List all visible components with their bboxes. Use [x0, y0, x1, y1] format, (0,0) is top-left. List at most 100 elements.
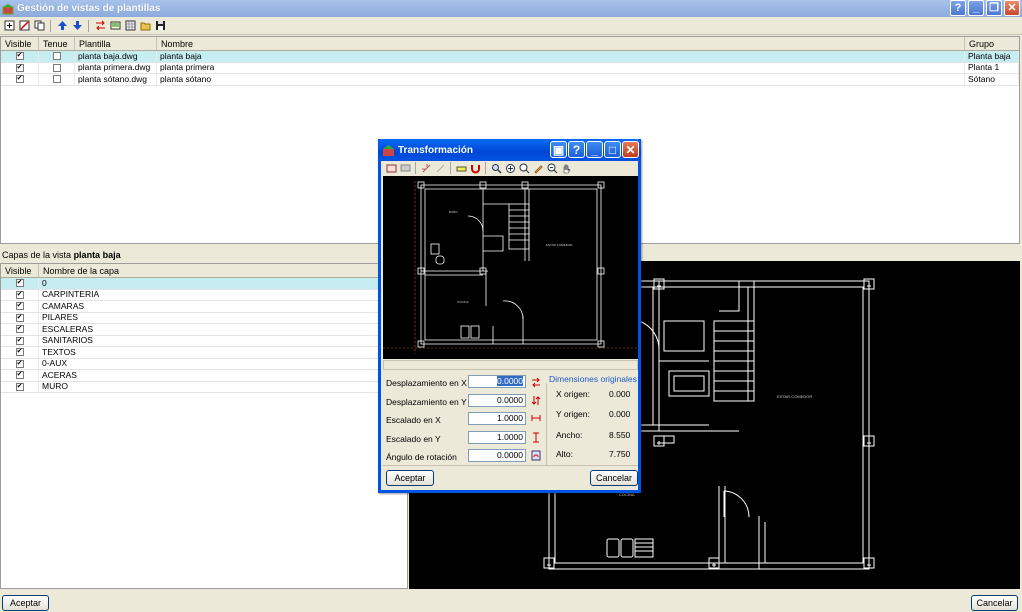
dialog-aceptar-button[interactable]: Aceptar	[386, 470, 434, 486]
window-title: Gestión de vistas de plantillas	[17, 3, 161, 14]
restore-button[interactable]: ❐	[986, 0, 1002, 16]
move-up-icon[interactable]	[56, 20, 68, 32]
layers-view-name: planta baja	[73, 250, 121, 260]
layer-visible-checkbox[interactable]: ✔	[15, 382, 24, 391]
transform-dialog: Transformación ▣ ? _ □ ✕ BAÑO ESTAR-COME…	[378, 139, 641, 493]
table-row[interactable]: ✔ planta primera.dwg planta primera Plan…	[1, 62, 1019, 74]
cancelar-button[interactable]: Cancelar	[971, 595, 1018, 611]
layer-visible-checkbox[interactable]: ✔	[15, 325, 24, 334]
plantilla-cell: planta sótano.dwg	[75, 74, 157, 85]
aceptar-button[interactable]: Aceptar	[2, 595, 49, 611]
col-layer-name[interactable]: Nombre de la capa	[39, 264, 407, 277]
table-row[interactable]: ✔ planta sótano.dwg planta sótano Sótano	[1, 74, 1019, 86]
tenue-checkbox[interactable]	[52, 63, 61, 72]
snap-grid-icon[interactable]	[420, 162, 432, 174]
save-icon[interactable]	[154, 20, 166, 32]
col-layer-visible[interactable]: Visible	[1, 264, 39, 277]
dialog-help-button[interactable]: ?	[568, 141, 585, 158]
minimize-button[interactable]: _	[968, 0, 984, 16]
table-row[interactable]: ✔ planta baja.dwg planta baja Planta baj…	[1, 51, 1019, 63]
col-tenue[interactable]: Tenue	[39, 37, 75, 50]
desp-y-input[interactable]: 0.0000	[468, 394, 526, 407]
layer-name: MURO	[39, 381, 407, 392]
layers-icon[interactable]	[385, 162, 397, 174]
plantilla-cell: planta primera.dwg	[75, 62, 157, 73]
dialog-close-button[interactable]: ✕	[622, 141, 639, 158]
comment-icon[interactable]	[399, 162, 411, 174]
preview-label-bano: BAÑO	[449, 209, 458, 214]
y-origen-label: Y origen:	[556, 409, 590, 419]
copy-view-icon[interactable]	[33, 20, 45, 32]
desp-x-input[interactable]: 0.0000	[468, 375, 526, 388]
tenue-checkbox[interactable]	[52, 75, 61, 84]
layer-name: ESCALERAS	[39, 324, 407, 335]
layer-visible-checkbox[interactable]: ✔	[15, 313, 24, 322]
visible-checkbox[interactable]: ✔	[15, 63, 24, 72]
layer-visible-checkbox[interactable]: ✔	[15, 290, 24, 299]
plantilla-cell: planta baja.dwg	[75, 51, 157, 62]
list-item[interactable]: ✔ 0-AUX	[1, 358, 407, 370]
dialog-maximize-button[interactable]: □	[604, 141, 621, 158]
layer-visible-checkbox[interactable]: ✔	[15, 371, 24, 380]
dialog-preview-canvas[interactable]: BAÑO ESTAR-COMEDOR COCINA	[383, 176, 638, 359]
move-down-icon[interactable]	[71, 20, 83, 32]
grid-icon[interactable]	[124, 20, 136, 32]
layer-visible-checkbox[interactable]: ✔	[15, 279, 24, 288]
list-item[interactable]: ✔ CARPINTERIA	[1, 289, 407, 301]
visible-checkbox[interactable]: ✔	[15, 52, 24, 61]
layers-panel-label: Capas de la vista planta baja	[2, 250, 121, 260]
list-item[interactable]: ✔ SANITARIOS	[1, 335, 407, 347]
list-item[interactable]: ✔ ESCALERAS	[1, 324, 407, 336]
layer-name: SANITARIOS	[39, 335, 407, 346]
layer-name: 0-AUX	[39, 358, 407, 369]
list-item[interactable]: ✔ ACERAS	[1, 370, 407, 382]
preview-label-estar: ESTAR-COMEDOR	[546, 243, 573, 247]
layers-label-text: Capas de la vista	[2, 250, 72, 260]
zoom-window-icon[interactable]	[490, 162, 502, 174]
open-folder-icon[interactable]	[139, 20, 151, 32]
col-nombre[interactable]: Nombre	[157, 37, 965, 50]
layer-visible-checkbox[interactable]: ✔	[15, 348, 24, 357]
help-button[interactable]: ?	[950, 0, 966, 16]
dims-title: Dimensiones originales	[549, 374, 637, 384]
zoom-out-icon[interactable]	[546, 162, 558, 174]
tenue-checkbox[interactable]	[52, 52, 61, 61]
layer-name: CARPINTERIA	[39, 289, 407, 300]
pencil-icon[interactable]	[532, 162, 544, 174]
magnet-icon[interactable]	[469, 162, 481, 174]
zoom-all-icon[interactable]	[504, 162, 516, 174]
layer-name: PILARES	[39, 312, 407, 323]
nombre-cell: planta sótano	[157, 74, 965, 85]
preview-floor-plan: BAÑO ESTAR-COMEDOR COCINA	[383, 181, 638, 354]
col-plantilla[interactable]: Plantilla	[75, 37, 157, 50]
esc-x-input[interactable]: 1.0000	[468, 412, 526, 425]
delete-view-icon[interactable]	[18, 20, 30, 32]
visible-checkbox[interactable]: ✔	[15, 75, 24, 84]
pan-hand-icon[interactable]	[560, 162, 572, 174]
angulo-input[interactable]: 0.0000	[468, 449, 526, 462]
layer-visible-checkbox[interactable]: ✔	[15, 336, 24, 345]
transform-icon[interactable]	[94, 20, 106, 32]
layers-icon[interactable]	[109, 20, 121, 32]
list-item[interactable]: ✔ TEXTOS	[1, 347, 407, 359]
esc-y-icon	[533, 432, 539, 443]
desp-y-label: Desplazamiento en Y	[386, 397, 467, 407]
col-grupo[interactable]: Grupo	[965, 37, 1019, 50]
eraser-icon[interactable]	[455, 162, 467, 174]
snap-point-icon[interactable]	[434, 162, 446, 174]
col-visible[interactable]: Visible	[1, 37, 39, 50]
list-item[interactable]: ✔ PILARES	[1, 312, 407, 324]
list-item[interactable]: ✔ CAMARAS	[1, 301, 407, 313]
list-item[interactable]: ✔ 0	[1, 278, 407, 290]
add-view-icon[interactable]	[3, 20, 15, 32]
layer-visible-checkbox[interactable]: ✔	[15, 302, 24, 311]
close-button[interactable]: ✕	[1004, 0, 1020, 16]
esc-y-input[interactable]: 1.0000	[468, 431, 526, 444]
dialog-cancelar-button[interactable]: Cancelar	[590, 470, 638, 486]
zoom-in-icon[interactable]	[518, 162, 530, 174]
dialog-minimize-button[interactable]: _	[586, 141, 603, 158]
layer-visible-checkbox[interactable]: ✔	[15, 359, 24, 368]
dialog-print-button[interactable]: ▣	[550, 141, 567, 158]
dialog-toolbar	[383, 161, 638, 175]
list-item[interactable]: ✔ MURO	[1, 381, 407, 393]
